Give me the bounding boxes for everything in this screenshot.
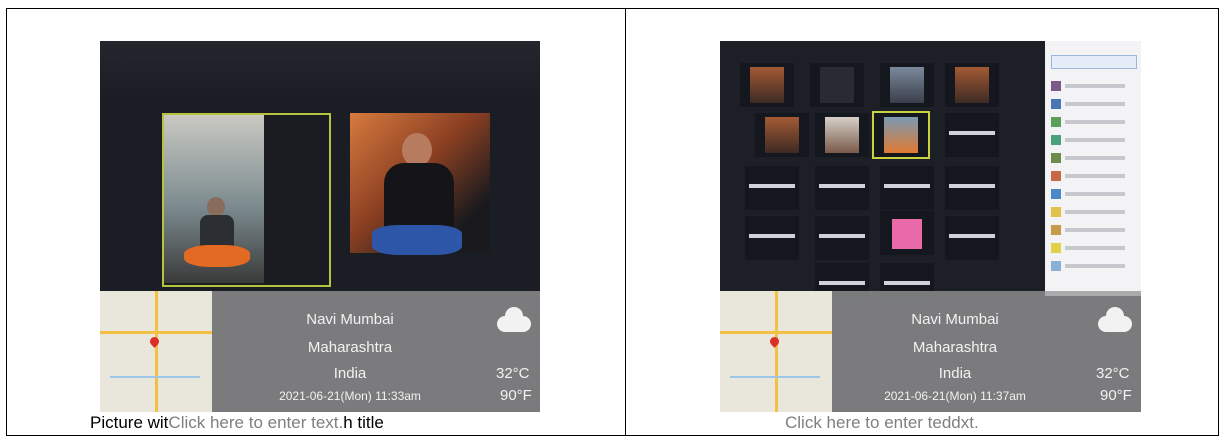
weather-city: Navi Mumbai	[911, 311, 999, 328]
video-tile	[755, 113, 809, 157]
room-scene	[164, 115, 264, 283]
video-tile	[815, 216, 869, 260]
video-tile	[815, 113, 869, 157]
weather-country: India	[333, 365, 367, 382]
video-tile	[745, 216, 799, 260]
left-caption[interactable]: Picture witClick here to enter text.h ti…	[90, 413, 384, 433]
weather-temp-c: 32°C	[496, 365, 530, 382]
weather-state: Maharashtra	[912, 339, 998, 356]
caption-suffix: h title	[343, 413, 384, 432]
video-tile	[945, 166, 999, 210]
location-pin-icon	[768, 335, 781, 348]
weather-temp-c: 32°C	[1096, 365, 1130, 382]
video-tile	[945, 63, 999, 107]
meditating-person	[184, 197, 250, 269]
map-thumbnail	[720, 291, 832, 412]
photo-wall	[100, 41, 540, 101]
weather-datetime: 2021-06-21(Mon) 11:37am	[884, 389, 1026, 403]
meeting-grid-photo: Navi Mumbai Maharashtra India 2021-06-21…	[720, 41, 1141, 412]
video-tile	[945, 113, 999, 157]
weather-country: India	[938, 365, 972, 382]
video-tile	[880, 63, 934, 107]
seated-person	[372, 133, 462, 255]
text-placeholder[interactable]: Click here to enter text.	[168, 413, 343, 432]
participants-panel	[1045, 41, 1141, 296]
caption-prefix: Picture wit	[90, 413, 169, 432]
video-tile-highlighted	[162, 113, 331, 287]
weather-temp-f: 90°F	[1100, 387, 1132, 404]
cloud-icon	[497, 307, 531, 332]
yoga-video-call-photo: Navi Mumbai Maharashtra India 2021-06-21…	[100, 41, 540, 412]
video-tile	[945, 216, 999, 260]
map-thumbnail	[100, 291, 212, 412]
video-tile-highlighted	[872, 111, 930, 159]
weather-state: Maharashtra	[307, 339, 393, 356]
weather-datetime: 2021-06-21(Mon) 11:33am	[279, 389, 421, 403]
location-pin-icon	[148, 335, 161, 348]
right-caption-placeholder[interactable]: Click here to enter teddxt.	[785, 413, 979, 433]
video-tile	[880, 166, 934, 210]
video-tile-participant	[350, 113, 490, 255]
cloud-icon	[1098, 307, 1132, 332]
video-tile	[745, 166, 799, 210]
weather-overlay: Navi Mumbai Maharashtra India 2021-06-21…	[100, 291, 540, 412]
video-tile	[810, 63, 864, 107]
weather-city: Navi Mumbai	[306, 311, 394, 328]
video-tile	[740, 63, 794, 107]
weather-overlay: Navi Mumbai Maharashtra India 2021-06-21…	[720, 291, 1141, 412]
table-divider	[625, 8, 626, 436]
panel-tabs	[1051, 55, 1137, 69]
weather-temp-f: 90°F	[500, 387, 532, 404]
video-tile	[815, 166, 869, 210]
video-tile	[880, 211, 934, 255]
